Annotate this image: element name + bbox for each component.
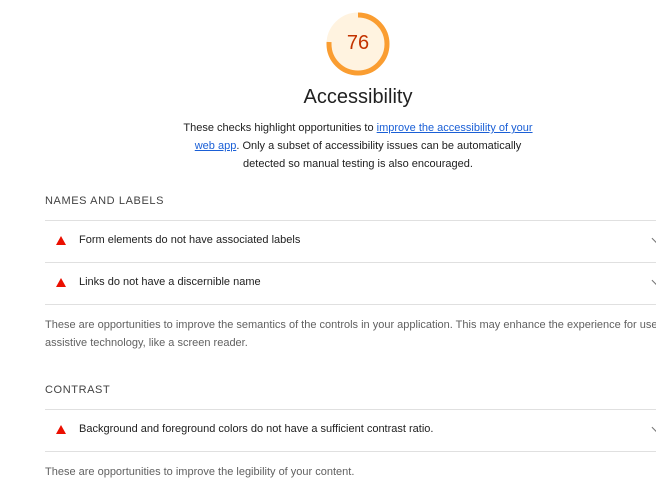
- fail-triangle-icon: [56, 425, 66, 434]
- divider: [45, 304, 656, 305]
- category-title: Accessibility: [303, 86, 413, 108]
- group-description: These are opportunities to improve the s…: [45, 319, 656, 349]
- audit-row-label[interactable]: Form elements do not have associated lab…: [45, 221, 656, 261]
- chevron-down-icon[interactable]: [651, 422, 656, 433]
- chevron-down-icon[interactable]: [651, 275, 656, 286]
- audit-title: Links do not have a discernible name: [79, 276, 261, 288]
- fail-triangle-icon: [56, 236, 66, 245]
- audit-title: Form elements do not have associated lab…: [79, 234, 301, 246]
- group-title-names-and-labels: NAMES AND LABELS: [45, 195, 165, 207]
- chevron-down-icon[interactable]: [651, 233, 656, 244]
- group-description: These are opportunities to improve the l…: [45, 466, 355, 478]
- divider: [45, 451, 656, 452]
- score-value: 76: [346, 32, 370, 54]
- score-gauge[interactable]: 76: [324, 10, 392, 78]
- description-text: These checks highlight opportunities to: [183, 122, 377, 134]
- fail-triangle-icon: [56, 278, 66, 287]
- group-title-contrast: CONTRAST: [45, 384, 111, 396]
- accessibility-report: 76 Accessibility These checks highlight …: [0, 0, 656, 501]
- description-text-rest: . Only a subset of accessibility issues …: [236, 140, 522, 170]
- category-description: These checks highlight opportunities to …: [180, 119, 536, 173]
- audit-row-color-contrast[interactable]: Background and foreground colors do not …: [45, 410, 656, 450]
- audit-title: Background and foreground colors do not …: [79, 423, 434, 435]
- audit-row-link-name[interactable]: Links do not have a discernible name: [45, 263, 656, 303]
